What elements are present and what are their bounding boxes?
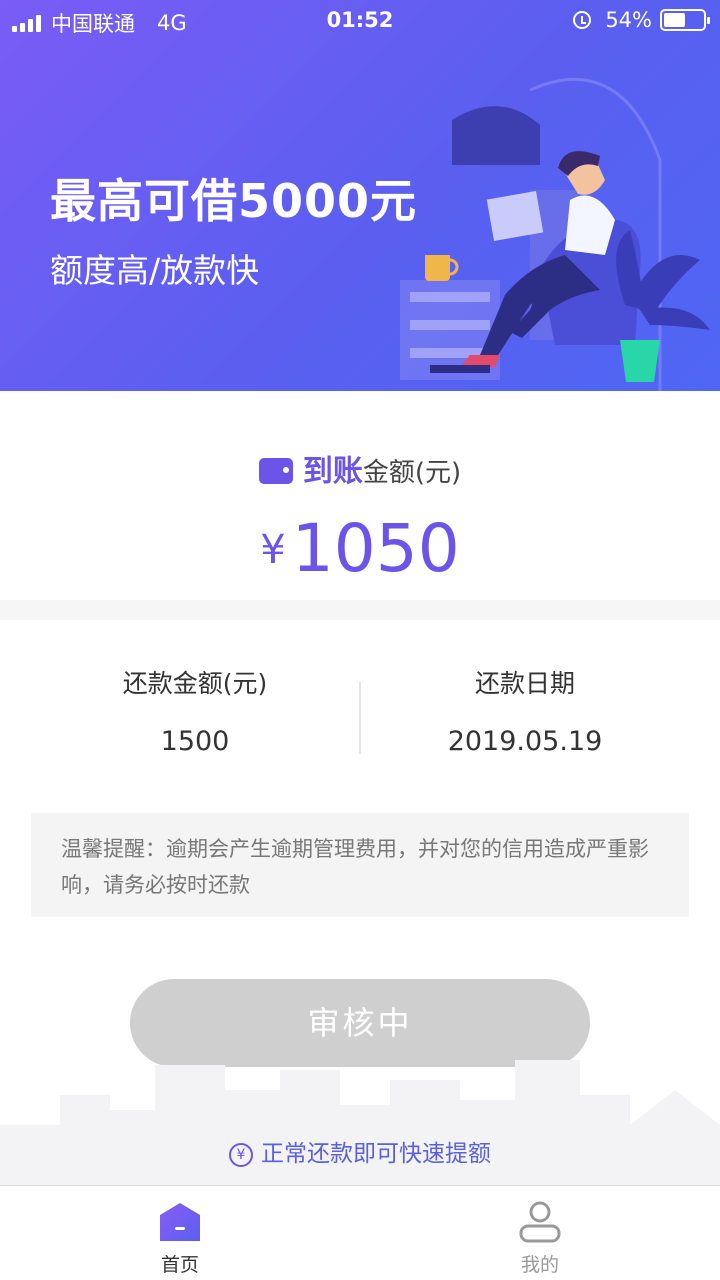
section-divider [0, 600, 720, 620]
repayment-date-value: 2019.05.19 [447, 726, 603, 757]
wallet-icon [258, 458, 293, 484]
arrival-amount: ¥1050 [0, 510, 720, 587]
repayment-date-label: 还款日期 [474, 669, 575, 698]
battery-icon [660, 9, 710, 31]
repayment-amount-label: 还款金额(元) [122, 669, 268, 698]
currency-symbol: ¥ [260, 527, 286, 573]
arrival-highlight: 到账 [302, 454, 363, 489]
banner-illustration [400, 77, 710, 391]
arrival-amount-label: 到账金额(元) [0, 446, 720, 490]
alarm-icon [573, 11, 592, 29]
review-status-button[interactable]: 审核中 [130, 979, 590, 1067]
repayment-amount-block: 还款金额(元) 1500 [15, 664, 375, 757]
credit-tip: ¥ 正常还款即可快速提额 [0, 1134, 720, 1168]
home-icon [160, 1203, 200, 1241]
repayment-date-block: 还款日期 2019.05.19 [345, 664, 705, 757]
tab-mine[interactable]: 我的 [360, 1186, 720, 1280]
user-icon [519, 1201, 561, 1243]
tab-home-label: 首页 [160, 1254, 199, 1276]
tab-mine-label: 我的 [520, 1254, 559, 1276]
status-bar: 中国联通 4G 01:52 54% [0, 0, 720, 40]
yen-coin-icon: ¥ [229, 1143, 253, 1167]
bottom-tab-bar: 首页 我的 [0, 1185, 720, 1280]
arrival-label: 金额(元) [362, 458, 462, 488]
warning-notice: 温馨提醒：逾期会产生逾期管理费用，并对您的信用造成严重影响，请务必按时还款 [31, 813, 689, 917]
repayment-amount-value: 1500 [160, 726, 230, 757]
credit-tip-text: 正常还款即可快速提额 [261, 1141, 491, 1167]
tab-home[interactable]: 首页 [0, 1186, 360, 1280]
arrival-amount-value: 1050 [291, 510, 460, 587]
battery-percent: 54% [605, 8, 652, 32]
banner-title: 最高可借5000元 [50, 174, 418, 228]
promo-banner: 中国联通 4G 01:52 54% 最高可借5000元 额度高/放款快 [0, 0, 720, 391]
banner-subtitle: 额度高/放款快 [50, 251, 260, 290]
